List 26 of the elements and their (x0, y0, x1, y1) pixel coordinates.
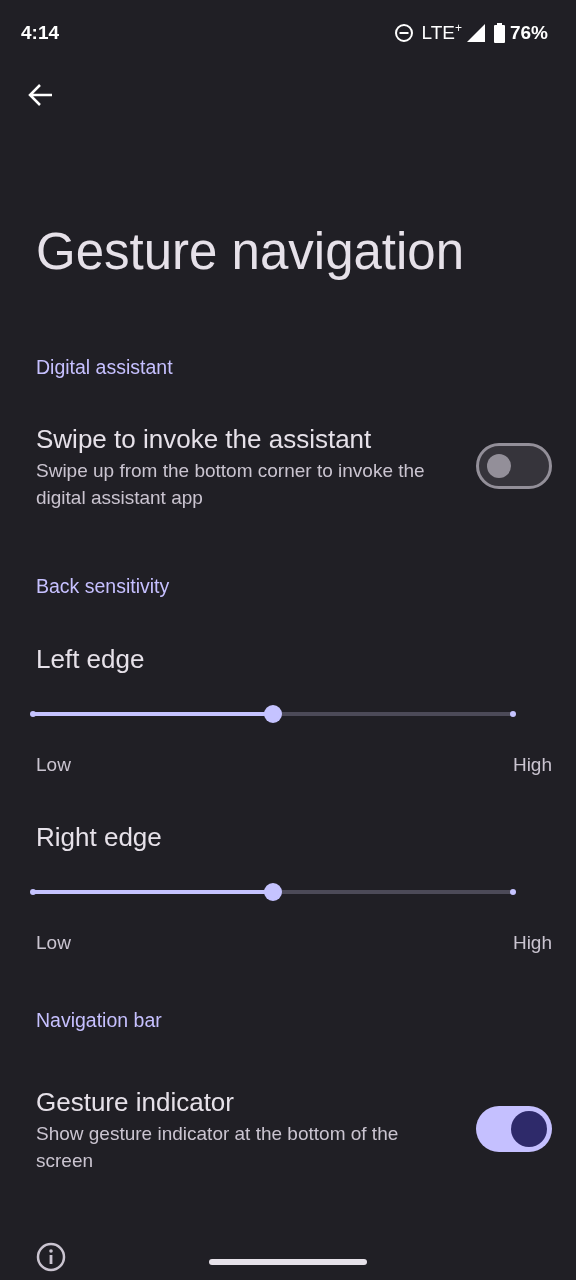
setting-summary: Show gesture indicator at the bottom of the screen (36, 1122, 400, 1173)
min-label: Low (36, 753, 71, 777)
setting-title: Gesture indicator (36, 1086, 235, 1119)
setting-title: Right edge (36, 821, 163, 854)
battery-percentage: 76% (509, 22, 548, 44)
min-label: Low (36, 931, 71, 955)
battery-icon (493, 23, 505, 43)
section-header: Back sensitivity (35, 574, 170, 599)
page-title: Gesture navigation (36, 222, 466, 282)
slider-thumb[interactable] (264, 883, 282, 901)
setting-title: Swipe to invoke the assistant (36, 423, 373, 456)
max-label: High (512, 931, 552, 955)
toggle-switch[interactable] (476, 1106, 552, 1152)
slider-thumb[interactable] (264, 705, 282, 723)
back-arrow-icon[interactable] (28, 83, 54, 107)
network-type: LTE$^{+}$ (421, 21, 462, 45)
setting-title: Left edge (36, 643, 146, 676)
section-header: Navigation bar (35, 1008, 162, 1033)
max-label: High (512, 753, 552, 777)
toggle-switch[interactable] (476, 443, 552, 489)
signal-icon (466, 24, 485, 42)
info-icon[interactable] (36, 1242, 66, 1272)
clock: 4:14 (21, 22, 60, 44)
do-not-disturb-icon (393, 23, 414, 43)
setting-summary: Swipe up from the bottom corner to invoke the digital assistant app (36, 459, 426, 510)
section-header: Digital assistant (35, 355, 173, 380)
